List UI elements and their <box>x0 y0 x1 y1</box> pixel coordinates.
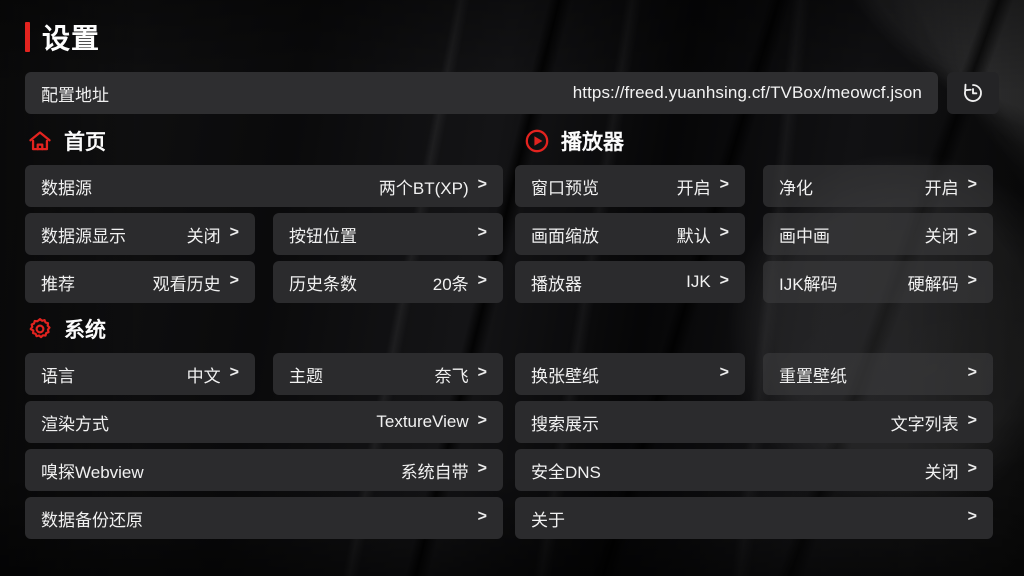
row-data-source[interactable]: 数据源 两个BT(XP) > <box>25 165 503 207</box>
row-history-count[interactable]: 历史条数 20条 > <box>273 261 503 303</box>
row-label: 关于 <box>531 510 565 530</box>
row-value: 观看历史 <box>152 274 221 294</box>
chevron-right-icon: > <box>229 364 239 381</box>
row-value: 硬解码 <box>907 274 959 294</box>
chevron-right-icon: > <box>719 272 729 289</box>
row-label: 数据备份还原 <box>41 510 143 530</box>
row-value: 奈飞 <box>434 366 469 386</box>
config-address-value: https://freed.yuanhsing.cf/TVBox/meowcf.… <box>572 83 922 102</box>
chevron-right-icon: > <box>967 272 977 289</box>
row-label: 数据源 <box>41 178 92 198</box>
row-value: TextureView <box>376 412 469 431</box>
chevron-right-icon: > <box>229 272 239 289</box>
section-title-home: 首页 <box>64 131 106 154</box>
chevron-right-icon: > <box>967 364 977 381</box>
row-label: 渲染方式 <box>41 414 109 434</box>
history-icon <box>964 83 982 102</box>
row-label: 嗅探Webview <box>41 462 144 482</box>
chevron-right-icon: > <box>477 508 487 525</box>
chevron-right-icon: > <box>967 460 977 477</box>
row-label: 画面缩放 <box>531 226 599 246</box>
config-address-field[interactable]: 配置地址 https://freed.yuanhsing.cf/TVBox/me… <box>25 72 938 114</box>
row-label: 净化 <box>779 178 813 198</box>
row-value: 默认 <box>676 226 711 246</box>
chevron-right-icon: > <box>477 272 487 289</box>
home-icon <box>29 131 51 151</box>
section-header-system: 系统 <box>27 314 106 344</box>
row-button-position[interactable]: 按钮位置 > <box>273 213 503 255</box>
row-data-source-display[interactable]: 数据源显示 关闭 > <box>25 213 255 255</box>
row-label: 画中画 <box>779 226 830 246</box>
chevron-right-icon: > <box>967 508 977 525</box>
row-value: 系统自带 <box>400 462 469 482</box>
row-label: 换张壁纸 <box>531 366 599 386</box>
row-label: 语言 <box>41 366 75 386</box>
row-value: 两个BT(XP) <box>378 178 469 198</box>
row-reset-wallpaper[interactable]: 重置壁纸 > <box>763 353 993 395</box>
section-header-home: 首页 <box>27 126 106 156</box>
chevron-right-icon: > <box>477 364 487 381</box>
row-data-backup-restore[interactable]: 数据备份还原 > <box>25 497 503 539</box>
row-language[interactable]: 语言 中文 > <box>25 353 255 395</box>
chevron-right-icon: > <box>477 460 487 477</box>
row-secure-dns[interactable]: 安全DNS 关闭 > <box>515 449 993 491</box>
row-label: 推荐 <box>41 274 75 294</box>
section-title-system: 系统 <box>64 319 106 342</box>
row-render-mode[interactable]: 渲染方式 TextureView > <box>25 401 503 443</box>
chevron-right-icon: > <box>719 224 729 241</box>
row-label: 窗口预览 <box>531 178 599 198</box>
page-title: 设置 <box>25 17 100 57</box>
row-value: 20条 <box>432 274 469 294</box>
chevron-right-icon: > <box>967 224 977 241</box>
row-theme[interactable]: 主题 奈飞 > <box>273 353 503 395</box>
row-label: 按钮位置 <box>289 226 357 246</box>
chevron-right-icon: > <box>477 224 487 241</box>
row-value: 开启 <box>676 178 711 198</box>
row-search-display[interactable]: 搜索展示 文字列表 > <box>515 401 993 443</box>
row-label: 历史条数 <box>289 274 357 294</box>
title-accent-bar <box>25 22 30 52</box>
row-ijk-decoder[interactable]: IJK解码 硬解码 > <box>763 261 993 303</box>
row-value: 中文 <box>186 366 221 386</box>
row-value: 关闭 <box>186 226 221 246</box>
chevron-right-icon: > <box>229 224 239 241</box>
row-value: IJK <box>686 272 711 291</box>
chevron-right-icon: > <box>477 412 487 429</box>
row-label: 重置壁纸 <box>779 366 847 386</box>
row-recommend[interactable]: 推荐 观看历史 > <box>25 261 255 303</box>
row-label: IJK解码 <box>779 274 838 294</box>
row-player-core[interactable]: 播放器 IJK > <box>515 261 745 303</box>
settings-screen: 设置 配置地址 https://freed.yuanhsing.cf/TVBox… <box>0 0 1024 576</box>
chevron-right-icon: > <box>967 176 977 193</box>
row-about[interactable]: 关于 > <box>515 497 993 539</box>
chevron-right-icon: > <box>719 364 729 381</box>
row-sniff-webview[interactable]: 嗅探Webview 系统自带 > <box>25 449 503 491</box>
row-label: 数据源显示 <box>41 226 126 246</box>
row-label: 搜索展示 <box>531 414 599 434</box>
row-value: 关闭 <box>924 462 959 482</box>
config-address-bar: 配置地址 https://freed.yuanhsing.cf/TVBox/me… <box>25 72 999 114</box>
config-history-button[interactable] <box>947 72 999 114</box>
row-label: 播放器 <box>531 274 582 294</box>
row-picture-in-picture[interactable]: 画中画 关闭 > <box>763 213 993 255</box>
row-window-preview[interactable]: 窗口预览 开启 > <box>515 165 745 207</box>
page-title-label: 设置 <box>42 23 101 54</box>
row-label: 安全DNS <box>531 462 601 482</box>
row-value: 文字列表 <box>890 414 959 434</box>
chevron-right-icon: > <box>967 412 977 429</box>
play-circle-icon <box>525 129 549 153</box>
row-value: 开启 <box>924 178 959 198</box>
chevron-right-icon: > <box>719 176 729 193</box>
row-purify[interactable]: 净化 开启 > <box>763 165 993 207</box>
row-picture-scale[interactable]: 画面缩放 默认 > <box>515 213 745 255</box>
section-header-player: 播放器 <box>524 126 624 156</box>
chevron-right-icon: > <box>477 176 487 193</box>
gear-icon <box>29 318 51 339</box>
row-value: 关闭 <box>924 226 959 246</box>
row-label: 主题 <box>289 366 323 386</box>
section-title-player: 播放器 <box>561 131 624 154</box>
row-change-wallpaper[interactable]: 换张壁纸 > <box>515 353 745 395</box>
config-address-label: 配置地址 <box>41 85 109 105</box>
